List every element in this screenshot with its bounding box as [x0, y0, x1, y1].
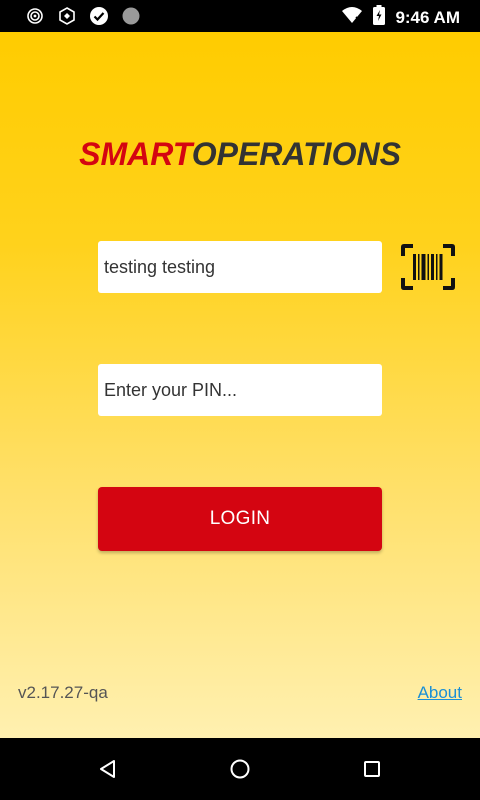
barcode-scan-button[interactable] — [400, 243, 456, 291]
clock: 9:46 AM — [395, 7, 460, 27]
app-version: v2.17.27-qa — [18, 683, 108, 702]
home-button[interactable] — [228, 757, 252, 781]
logo-operations: OPERATIONS — [191, 136, 401, 172]
recents-button[interactable] — [360, 757, 384, 781]
circle-icon — [120, 5, 142, 27]
login-screen: SMARTOPERATIONS LOGIN v2.17.27-qa About — [0, 32, 480, 738]
recents-icon — [364, 761, 380, 777]
login-button[interactable]: LOGIN — [98, 487, 382, 551]
logo-smart: SMART — [79, 136, 192, 172]
username-input[interactable] — [98, 241, 382, 293]
system-status: 9:46 AM — [341, 5, 460, 30]
home-icon — [230, 759, 250, 779]
target-icon — [24, 5, 46, 27]
navigation-bar — [0, 738, 480, 800]
barcode-scanner-icon — [401, 244, 455, 290]
pin-input[interactable] — [98, 364, 382, 416]
wifi-icon — [341, 6, 363, 29]
shield-icon — [56, 5, 78, 27]
about-link[interactable]: About — [418, 683, 462, 703]
check-circle-icon — [88, 5, 110, 27]
battery-charging-icon — [373, 5, 386, 30]
app-logo: SMARTOPERATIONS — [0, 136, 480, 173]
status-bar: 9:46 AM — [0, 0, 480, 32]
notification-icons — [24, 5, 142, 27]
back-button[interactable] — [96, 757, 120, 781]
back-icon — [100, 760, 115, 778]
